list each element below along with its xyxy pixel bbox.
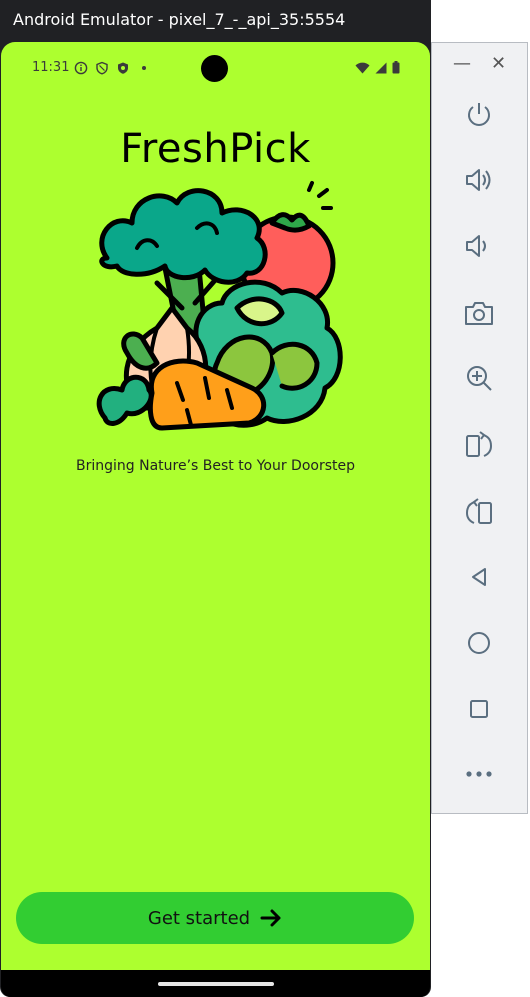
shield-icon (96, 61, 108, 75)
arrow-right-icon (260, 909, 281, 927)
close-icon[interactable]: ✕ (491, 53, 506, 74)
get-started-label: Get started (147, 907, 251, 929)
notification-dot-icon (142, 66, 146, 70)
status-bar: 11:31 (1, 42, 430, 94)
camera-icon (465, 302, 493, 325)
phone-screen: 11:31 FreshPick Bringing Nature’s Best t… (1, 42, 430, 970)
power-icon (468, 103, 490, 126)
rotate-left-button[interactable] (460, 426, 498, 464)
camera-cutout (201, 55, 228, 82)
info-icon (74, 61, 88, 75)
vegetables-illustration (96, 181, 343, 431)
volume-down-icon (466, 235, 486, 257)
emulator-toolbar: — ✕ (431, 42, 528, 814)
home-button[interactable] (460, 624, 498, 662)
rotate-right-button[interactable] (460, 493, 498, 531)
more-dots-icon (466, 771, 492, 777)
volume-down-button[interactable] (460, 227, 498, 265)
gesture-handle[interactable] (158, 982, 274, 986)
system-nav-bar (1, 970, 430, 997)
get-started-button[interactable]: Get started (16, 892, 414, 944)
back-triangle-icon (472, 568, 486, 586)
minimize-icon[interactable]: — (453, 53, 471, 74)
rotate-left-icon (466, 431, 493, 457)
status-time: 11:31 (32, 60, 70, 75)
desktop-background (431, 814, 530, 997)
overview-square-icon (470, 700, 488, 718)
rotate-right-icon (465, 498, 492, 524)
battery-icon (392, 61, 400, 74)
status-icons-right (355, 61, 400, 74)
volume-up-icon (466, 169, 491, 191)
screenshot-button[interactable] (460, 294, 498, 332)
wifi-icon (355, 62, 370, 73)
home-circle-icon (468, 632, 490, 654)
overview-button[interactable] (460, 690, 498, 728)
status-icons-left (74, 61, 151, 75)
tagline: Bringing Nature’s Best to Your Doorstep (75, 458, 356, 474)
window-title: Android Emulator - pixel_7_-_api_35:5554 (0, 0, 431, 40)
more-button[interactable] (460, 755, 498, 793)
volume-up-button[interactable] (460, 161, 498, 199)
security-shield-icon (118, 62, 128, 74)
power-button[interactable] (460, 96, 498, 134)
signal-icon (375, 62, 387, 73)
app-title: FreshPick (120, 126, 311, 172)
back-button[interactable] (460, 558, 498, 596)
zoom-in-icon (467, 366, 492, 391)
zoom-button[interactable] (460, 359, 498, 397)
